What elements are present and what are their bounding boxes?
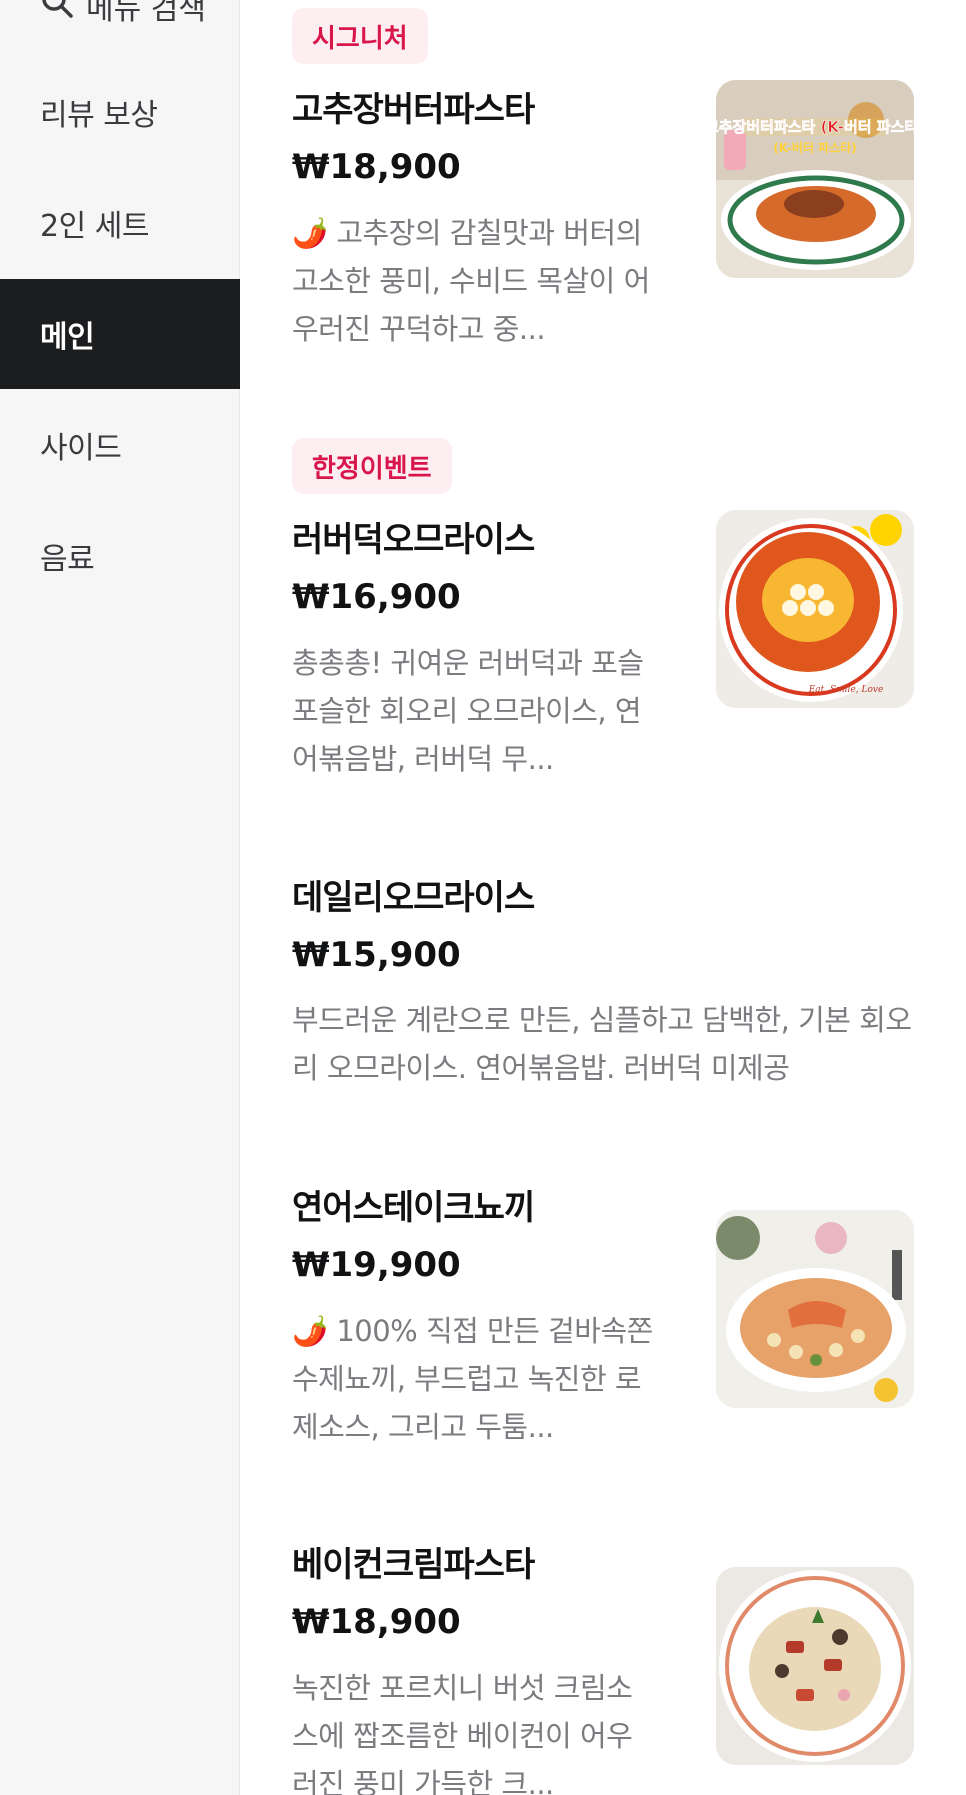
menu-item-name: 베이컨크림파스타 <box>292 1545 535 1585</box>
signature-badge: 시그니처 <box>292 8 428 64</box>
salmon-steak-gnocchi-photo[interactable] <box>716 1210 914 1408</box>
menu-item-price: ₩19,900 <box>292 1245 461 1285</box>
category-sidebar: 메뉴 검색 리뷰 보상 2인 세트 메인 사이드 음료 <box>0 0 240 1795</box>
svg-text:(K-버터 파스타): (K-버터 파스타) <box>773 140 857 155</box>
menu-item-name: 연어스테이크뇨끼 <box>292 1188 535 1228</box>
menu-search-label: 메뉴 검색 <box>86 0 206 27</box>
image-caption: Eat, Smile, Love <box>808 685 884 695</box>
menu-item-price: ₩16,900 <box>292 577 461 617</box>
menu-item-name: 러버덕오므라이스 <box>292 520 535 560</box>
menu-item-description: 부드러운 계란으로 만든, 심플하고 담백한, 기본 회오리 오므라이스. 연어… <box>292 1003 912 1085</box>
menu-item-description: 녹진한 포르치니 버섯 크림소스에 짭조름한 베이컨이 어우러진 풍미 가득한 … <box>292 1671 633 1795</box>
sidebar-item-review-reward[interactable]: 리뷰 보상 <box>0 57 240 167</box>
menu-item-price: ₩15,900 <box>292 935 461 975</box>
menu-list: 시그니처 고추장버터파스타 ₩18,900 🌶️ 고추장의 감칠맛과 버터의 고… <box>240 0 966 1795</box>
sidebar-item-set-for-two[interactable]: 2인 세트 <box>0 168 240 278</box>
sidebar-item-side[interactable]: 사이드 <box>0 390 240 500</box>
menu-search-button[interactable]: 메뉴 검색 <box>40 0 206 27</box>
sidebar-item-drinks[interactable]: 음료 <box>0 501 240 611</box>
sidebar-item-main[interactable]: 메인 <box>0 279 240 389</box>
sidebar-item-label: 사이드 <box>40 431 122 466</box>
menu-item-description: 총총총! 귀여운 러버덕과 포슬포슬한 회오리 오므라이스, 연어볶음밥, 러버… <box>292 646 644 776</box>
sidebar-item-label: 2인 세트 <box>40 209 149 244</box>
sidebar-item-label: 음료 <box>40 542 95 577</box>
sidebar-item-label: 메인 <box>40 320 95 355</box>
menu-item-price: ₩18,900 <box>292 147 461 187</box>
bacon-cream-pasta-photo[interactable] <box>716 1567 914 1765</box>
sidebar-item-label: 리뷰 보상 <box>40 98 158 133</box>
menu-item-description: 🌶️ 고추장의 감칠맛과 버터의 고소한 풍미, 수비드 목살이 어우러진 꾸덕… <box>292 216 650 346</box>
search-icon <box>40 0 74 27</box>
rubber-duck-omurice-photo[interactable]: Eat, Smile, Love <box>716 510 914 708</box>
image-caption: 고추장버터파스타 (K-버터 파스타) <box>716 118 914 136</box>
menu-item-description: 🌶️ 100% 직접 만든 겉바속쫀 수제뇨끼, 부드럽고 녹진한 로제소스, … <box>292 1314 653 1444</box>
gochujang-butter-pasta-photo[interactable]: 고추장버터파스타 (K-버터 파스타) (K-버터 파스타) <box>716 80 914 278</box>
limited-event-badge: 한정이벤트 <box>292 438 452 494</box>
menu-item-name: 데일리오므라이스 <box>292 878 535 918</box>
menu-item-price: ₩18,900 <box>292 1602 461 1642</box>
menu-item-name: 고추장버터파스타 <box>292 90 535 130</box>
